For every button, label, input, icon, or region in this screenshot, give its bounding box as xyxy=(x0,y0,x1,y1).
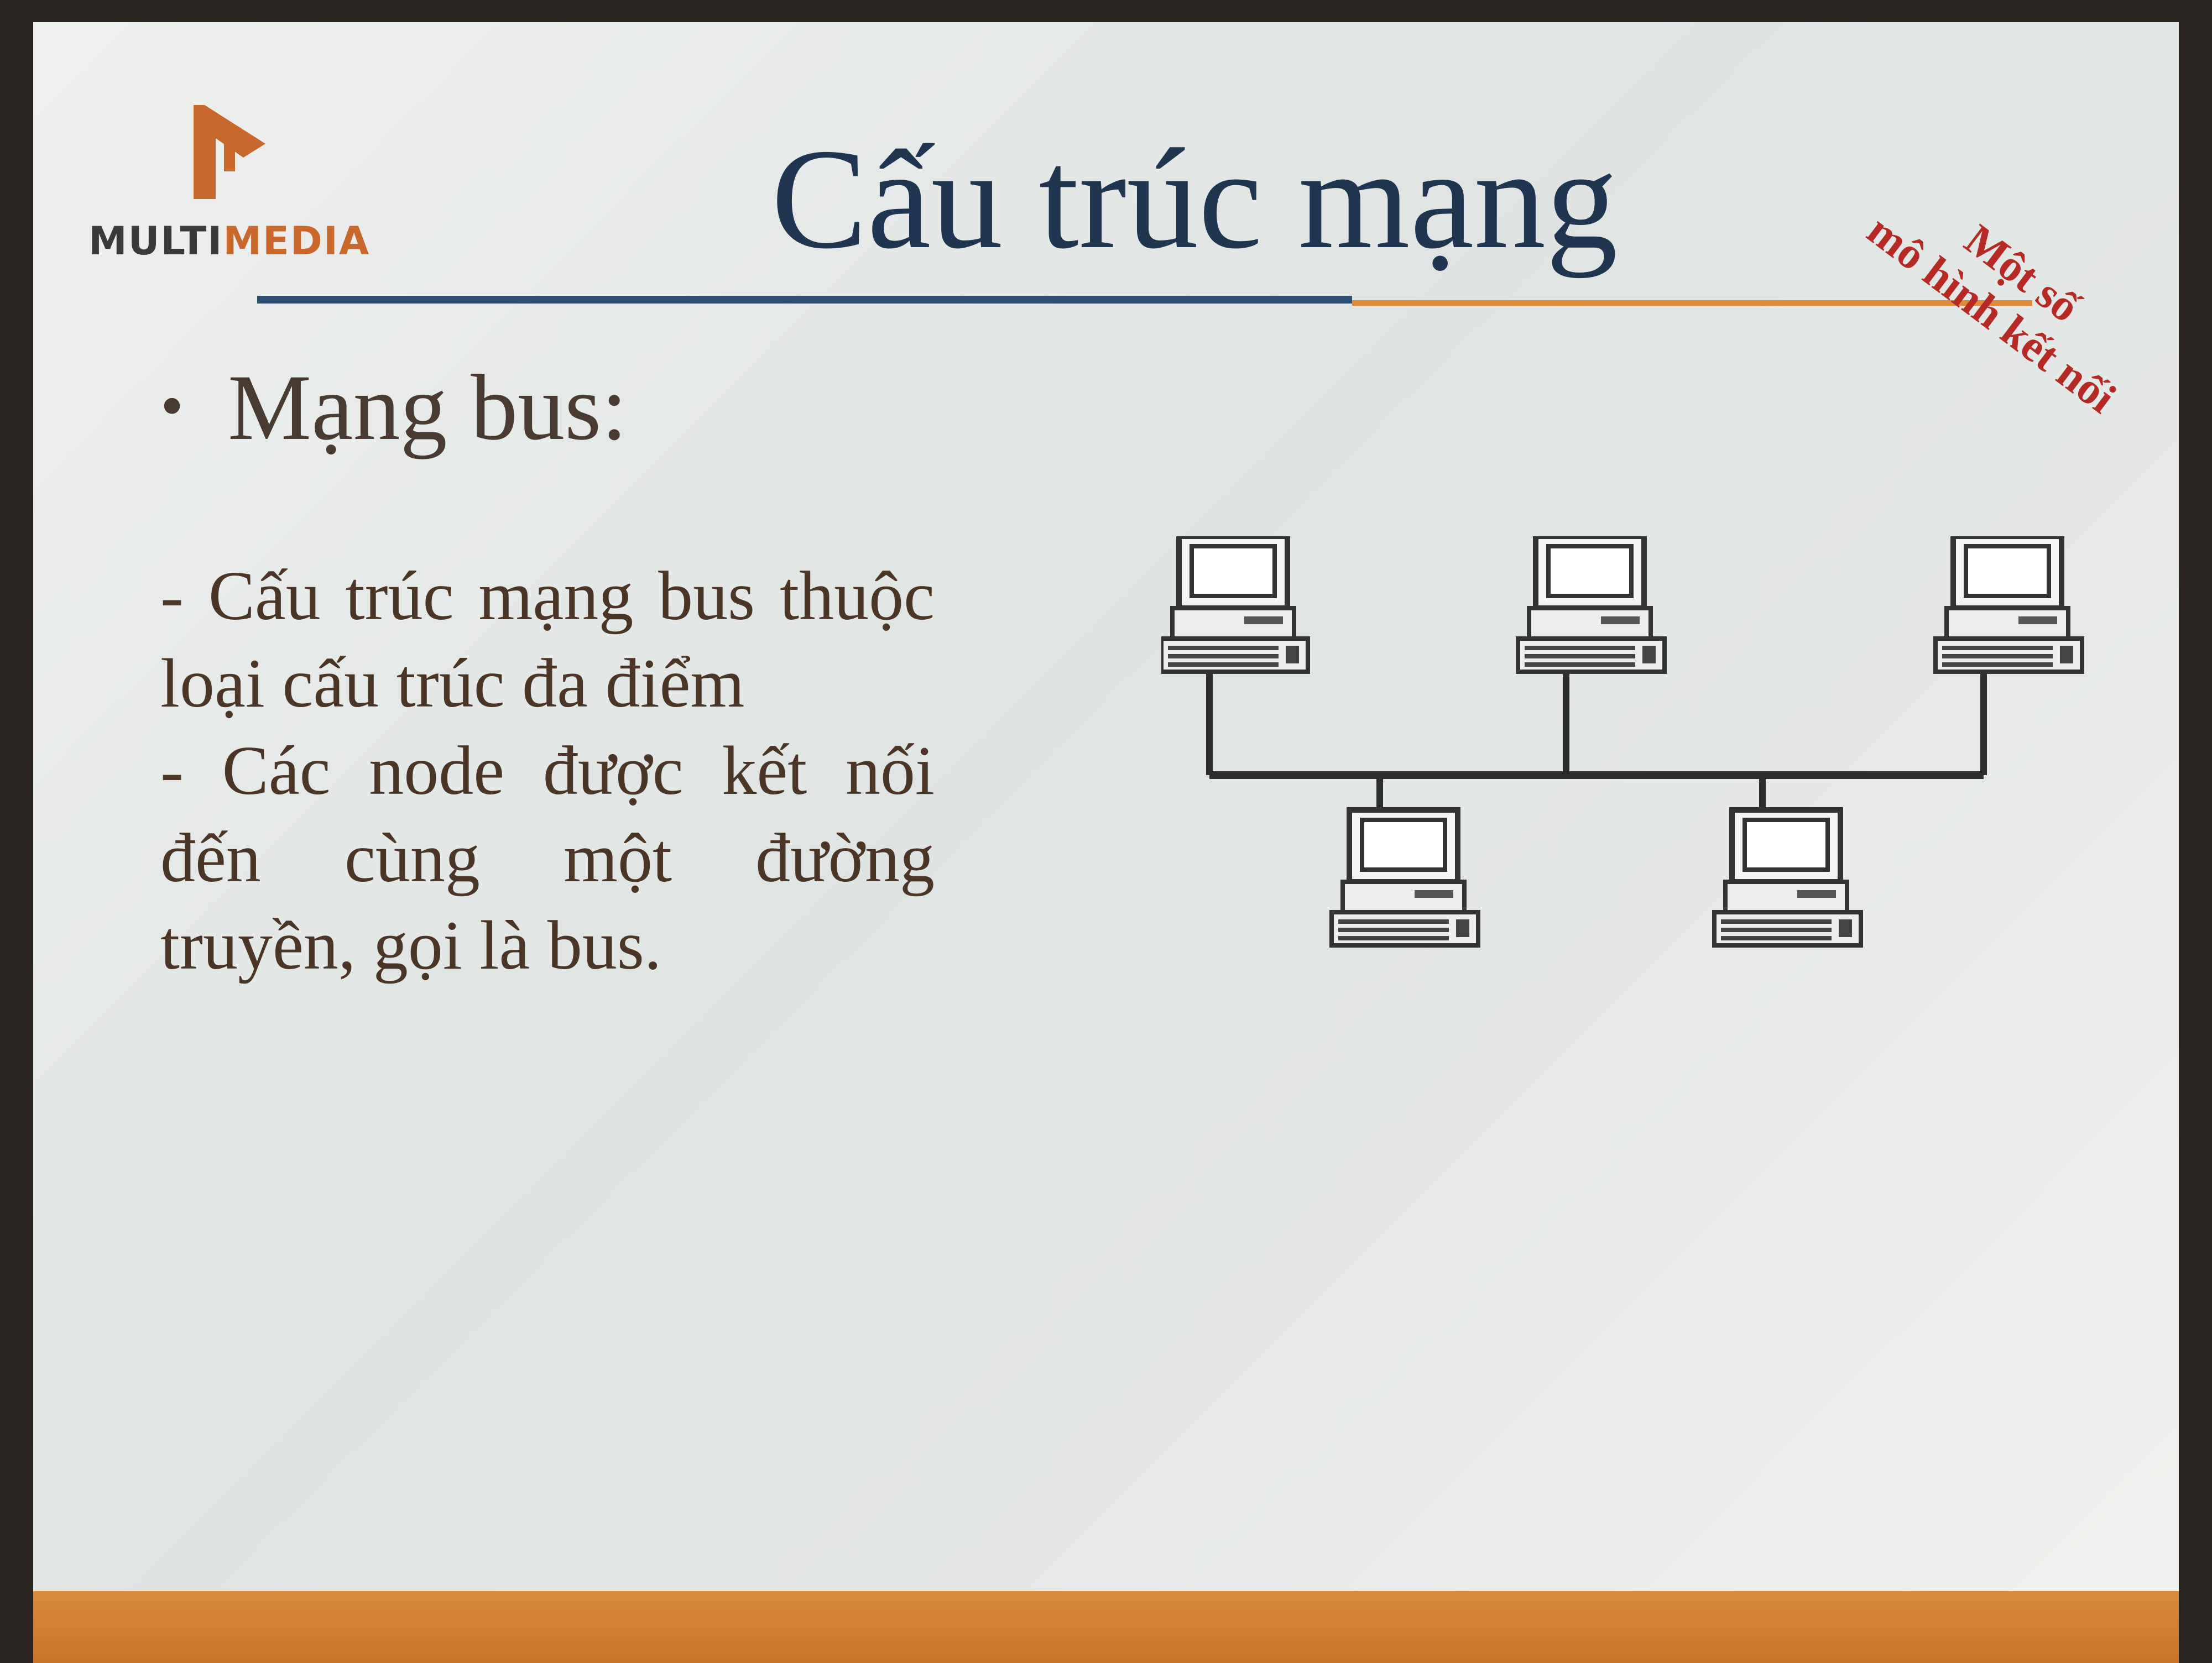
logo-text: MULTIMEDIA xyxy=(88,218,371,264)
bullet-heading-text: Mạng bus: xyxy=(228,355,628,459)
computer-icon xyxy=(1332,810,1478,945)
computer-icon xyxy=(1936,536,2082,672)
slide-title: Cấu trúc mạng xyxy=(771,119,1618,279)
bullet-heading: • Mạng bus: xyxy=(160,354,628,462)
body-paragraph-1: - Cấu trúc mạng bus thuộc loại cấu trúc … xyxy=(160,558,935,722)
corner-stamp: Một số mô hình kết nối xyxy=(1823,137,2192,449)
title-rule-orange xyxy=(1352,300,2032,306)
bullet-dot: • xyxy=(160,369,184,442)
computer-icon xyxy=(1714,810,1861,945)
title-rule-blue xyxy=(257,296,1352,304)
computer-icon xyxy=(1161,536,1308,672)
computer-icon xyxy=(1518,536,1665,672)
logo-mark-icon xyxy=(194,105,265,199)
body-paragraph-2: - Các node được kết nối đến cùng một đườ… xyxy=(160,733,935,984)
bus-topology-diagram xyxy=(1161,536,2135,1006)
multimedia-logo: MULTIMEDIA xyxy=(88,105,369,271)
bottom-accent-bar xyxy=(33,1591,2179,1663)
body-text: - Cấu trúc mạng bus thuộc loại cấu trúc … xyxy=(160,553,935,990)
slide: MULTIMEDIA Cấu trúc mạng Một số mô hình … xyxy=(33,22,2179,1663)
